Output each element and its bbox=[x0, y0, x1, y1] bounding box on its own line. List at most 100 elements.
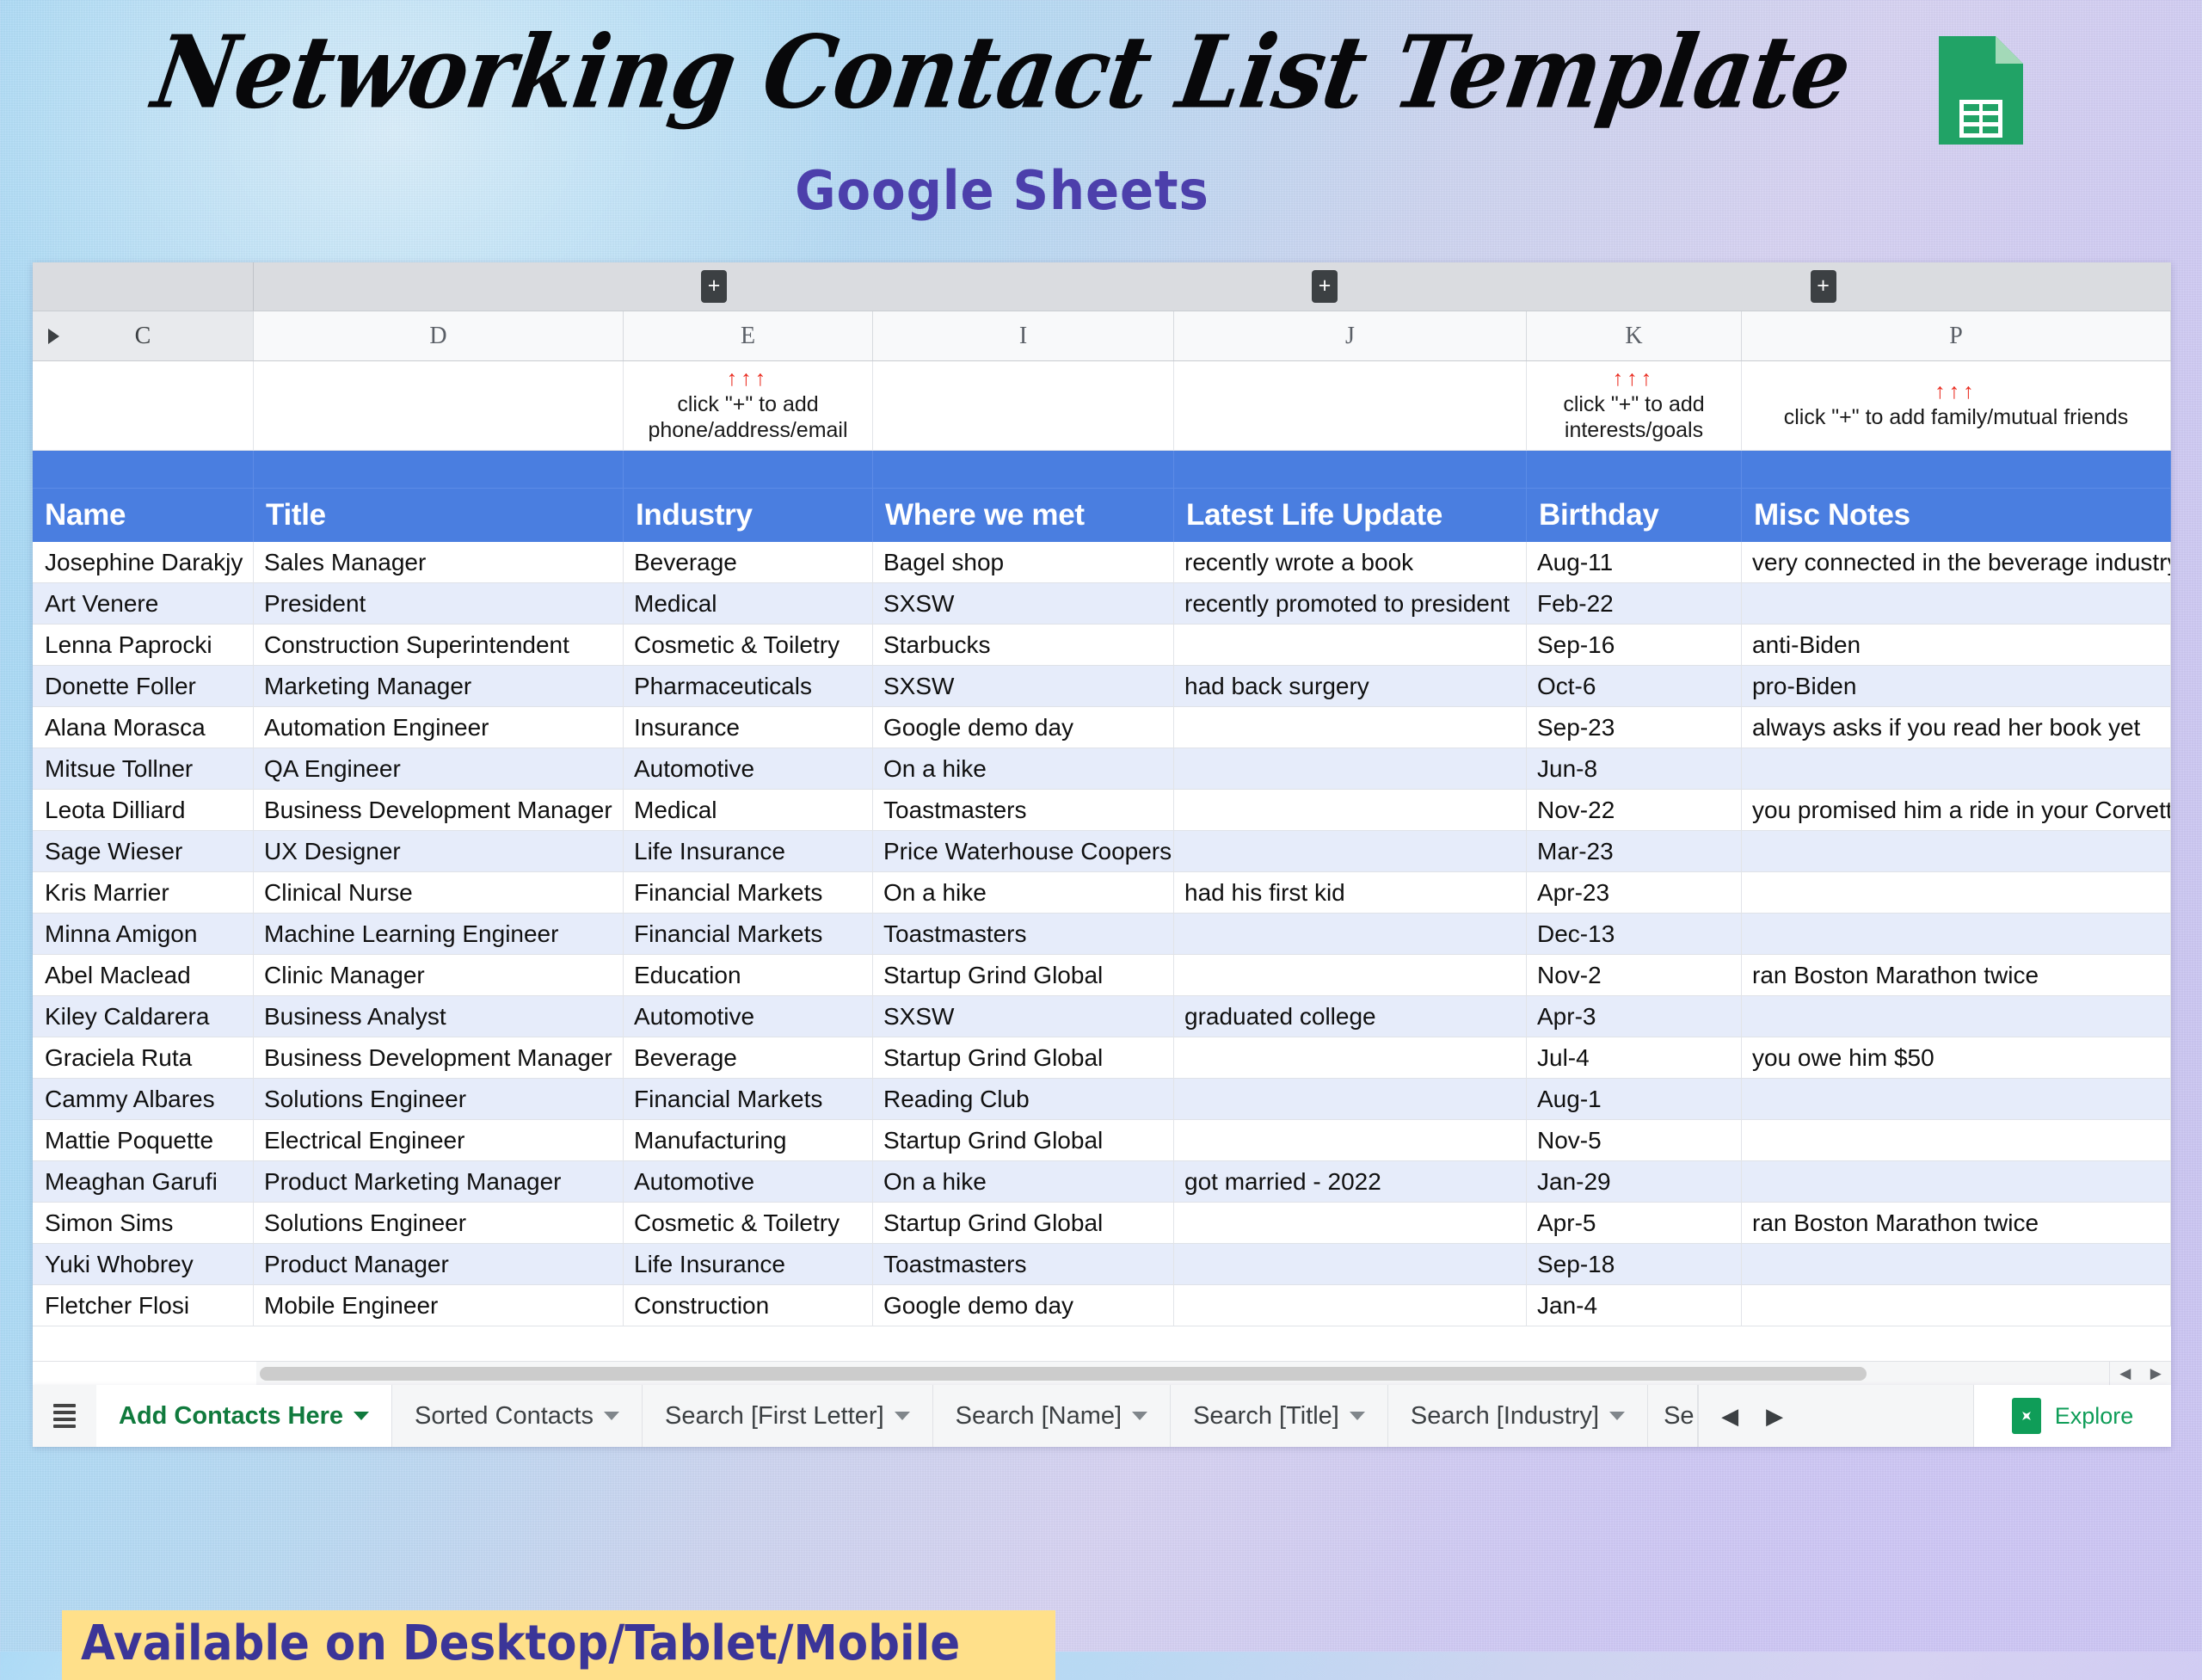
chevron-down-icon[interactable] bbox=[354, 1412, 370, 1420]
cell-latest-life-update[interactable] bbox=[1174, 1285, 1527, 1326]
cell-name[interactable]: Donette Foller bbox=[33, 666, 254, 707]
cell-misc-notes[interactable]: pro-Biden bbox=[1742, 666, 2171, 707]
cell-latest-life-update[interactable]: graduated college bbox=[1174, 996, 1527, 1037]
cell-latest-life-update[interactable]: got married - 2022 bbox=[1174, 1161, 1527, 1203]
table-row[interactable]: Abel Maclead Clinic Manager Education Start… bbox=[33, 955, 2171, 996]
sheet-tab-add-contacts-here[interactable]: Add Contacts Here bbox=[96, 1385, 393, 1447]
cell-birthday[interactable]: Apr-23 bbox=[1527, 872, 1742, 914]
cell-title[interactable]: Construction Superintendent bbox=[254, 625, 624, 666]
cell-where-we-met[interactable]: SXSW bbox=[873, 666, 1174, 707]
table-row[interactable]: Donette Foller Marketing Manager Pharmaceu… bbox=[33, 666, 2171, 707]
cell-misc-notes[interactable]: ran Boston Marathon twice bbox=[1742, 1203, 2171, 1244]
cell-misc-notes[interactable] bbox=[1742, 583, 2171, 625]
cell-where-we-met[interactable]: Startup Grind Global bbox=[873, 955, 1174, 996]
cell-where-we-met[interactable]: Toastmasters bbox=[873, 1244, 1174, 1285]
cell-birthday[interactable]: Jun-8 bbox=[1527, 748, 1742, 790]
column-header-p[interactable]: P bbox=[1742, 311, 2171, 360]
scrollbar-track[interactable] bbox=[256, 1362, 2109, 1385]
cell-title[interactable]: Clinical Nurse bbox=[254, 872, 624, 914]
table-row[interactable]: Mitsue Tollner QA Engineer Automotive On a … bbox=[33, 748, 2171, 790]
cell-birthday[interactable]: Sep-23 bbox=[1527, 707, 1742, 748]
cell-where-we-met[interactable]: Toastmasters bbox=[873, 914, 1174, 955]
cell-title[interactable]: Solutions Engineer bbox=[254, 1079, 624, 1120]
cell-industry[interactable]: Beverage bbox=[624, 542, 873, 583]
cell-where-we-met[interactable]: On a hike bbox=[873, 1161, 1174, 1203]
hint-cell-e[interactable]: ↑↑↑ click "+" to add phone/address/email bbox=[624, 361, 873, 450]
cell-misc-notes[interactable]: ran Boston Marathon twice bbox=[1742, 955, 2171, 996]
table-row[interactable]: Kiley Caldarera Business Analyst Automotiv… bbox=[33, 996, 2171, 1037]
sheet-tab-nav[interactable]: ◀ ▶ bbox=[1698, 1385, 1973, 1447]
cell-birthday[interactable]: Apr-5 bbox=[1527, 1203, 1742, 1244]
sheet-tab-search-name[interactable]: Search [Name] bbox=[933, 1385, 1172, 1447]
cell-birthday[interactable]: Dec-13 bbox=[1527, 914, 1742, 955]
spreadsheet[interactable]: + + + C D E I J K P ↑↑↑ click "+" to add… bbox=[33, 262, 2171, 1385]
expand-plus-button-k[interactable]: + bbox=[1312, 270, 1338, 303]
cell-birthday[interactable]: Mar-23 bbox=[1527, 831, 1742, 872]
expand-plus-button-e[interactable]: + bbox=[701, 270, 727, 303]
table-row[interactable]: Alana Morasca Automation Engineer Insuranc… bbox=[33, 707, 2171, 748]
cell-birthday[interactable]: Sep-16 bbox=[1527, 625, 1742, 666]
cell-birthday[interactable]: Jan-29 bbox=[1527, 1161, 1742, 1203]
cell-where-we-met[interactable]: Startup Grind Global bbox=[873, 1037, 1174, 1079]
scroll-right-icon[interactable]: ▶ bbox=[2141, 1362, 2172, 1385]
cell-name[interactable]: Kiley Caldarera bbox=[33, 996, 254, 1037]
table-row[interactable]: Lenna Paprocki Construction Superintenden… bbox=[33, 625, 2171, 666]
cell-misc-notes[interactable]: you owe him $50 bbox=[1742, 1037, 2171, 1079]
hint-cell-p[interactable]: ↑↑↑ click "+" to add family/mutual frien… bbox=[1742, 361, 2171, 450]
scrollbar-thumb[interactable] bbox=[260, 1367, 1867, 1381]
hint-cell-i[interactable] bbox=[873, 361, 1174, 450]
cell-where-we-met[interactable]: On a hike bbox=[873, 872, 1174, 914]
cell-latest-life-update[interactable] bbox=[1174, 1203, 1527, 1244]
cell-birthday[interactable]: Nov-22 bbox=[1527, 790, 1742, 831]
chevron-down-icon[interactable] bbox=[1609, 1412, 1626, 1420]
cell-title[interactable]: Business Development Manager bbox=[254, 1037, 624, 1079]
cell-name[interactable]: Mitsue Tollner bbox=[33, 748, 254, 790]
column-header-d[interactable]: D bbox=[254, 311, 624, 360]
cell-where-we-met[interactable]: Toastmasters bbox=[873, 790, 1174, 831]
cell-name[interactable]: Lenna Paprocki bbox=[33, 625, 254, 666]
table-row[interactable]: Art Venere President Medical SXSW recently p… bbox=[33, 583, 2171, 625]
cell-birthday[interactable]: Aug-1 bbox=[1527, 1079, 1742, 1120]
cell-misc-notes[interactable] bbox=[1742, 996, 2171, 1037]
cell-birthday[interactable]: Nov-5 bbox=[1527, 1120, 1742, 1161]
cell-name[interactable]: Alana Morasca bbox=[33, 707, 254, 748]
cell-birthday[interactable]: Oct-6 bbox=[1527, 666, 1742, 707]
column-header-j[interactable]: J bbox=[1174, 311, 1527, 360]
hint-cell-j[interactable] bbox=[1174, 361, 1527, 450]
cell-where-we-met[interactable]: Startup Grind Global bbox=[873, 1120, 1174, 1161]
cell-name[interactable]: Minna Amigon bbox=[33, 914, 254, 955]
cell-where-we-met[interactable]: Startup Grind Global bbox=[873, 1203, 1174, 1244]
cell-name[interactable]: Simon Sims bbox=[33, 1203, 254, 1244]
cell-latest-life-update[interactable]: recently wrote a book bbox=[1174, 542, 1527, 583]
sheet-tab-search-title[interactable]: Search [Title] bbox=[1171, 1385, 1388, 1447]
cell-name[interactable]: Leota Dilliard bbox=[33, 790, 254, 831]
cell-latest-life-update[interactable]: had his first kid bbox=[1174, 872, 1527, 914]
cell-latest-life-update[interactable] bbox=[1174, 625, 1527, 666]
cell-industry[interactable]: Construction bbox=[624, 1285, 873, 1326]
hint-cell-k[interactable]: ↑↑↑ click "+" to add interests/goals bbox=[1527, 361, 1742, 450]
horizontal-scrollbar[interactable]: ◀ ▶ bbox=[33, 1361, 2171, 1385]
cell-industry[interactable]: Automotive bbox=[624, 996, 873, 1037]
cell-name[interactable]: Yuki Whobrey bbox=[33, 1244, 254, 1285]
cell-industry[interactable]: Education bbox=[624, 955, 873, 996]
cell-title[interactable]: President bbox=[254, 583, 624, 625]
cell-latest-life-update[interactable] bbox=[1174, 1244, 1527, 1285]
cell-misc-notes[interactable] bbox=[1742, 872, 2171, 914]
table-row[interactable]: Simon Sims Solutions Engineer Cosmetic & T… bbox=[33, 1203, 2171, 1244]
cell-title[interactable]: Product Marketing Manager bbox=[254, 1161, 624, 1203]
cell-title[interactable]: Business Development Manager bbox=[254, 790, 624, 831]
table-row[interactable]: Minna Amigon Machine Learning Engineer Fin… bbox=[33, 914, 2171, 955]
cell-industry[interactable]: Insurance bbox=[624, 707, 873, 748]
cell-misc-notes[interactable]: you promised him a ride in your Corvette bbox=[1742, 790, 2171, 831]
cell-birthday[interactable]: Jan-4 bbox=[1527, 1285, 1742, 1326]
cell-title[interactable]: Mobile Engineer bbox=[254, 1285, 624, 1326]
cell-latest-life-update[interactable] bbox=[1174, 1037, 1527, 1079]
chevron-down-icon[interactable] bbox=[894, 1412, 910, 1420]
cell-misc-notes[interactable] bbox=[1742, 1244, 2171, 1285]
cell-industry[interactable]: Life Insurance bbox=[624, 1244, 873, 1285]
cell-misc-notes[interactable]: always asks if you read her book yet bbox=[1742, 707, 2171, 748]
scroll-left-icon[interactable]: ◀ bbox=[2110, 1362, 2141, 1385]
cell-latest-life-update[interactable] bbox=[1174, 1120, 1527, 1161]
column-header-e[interactable]: E bbox=[624, 311, 873, 360]
cell-title[interactable]: Clinic Manager bbox=[254, 955, 624, 996]
